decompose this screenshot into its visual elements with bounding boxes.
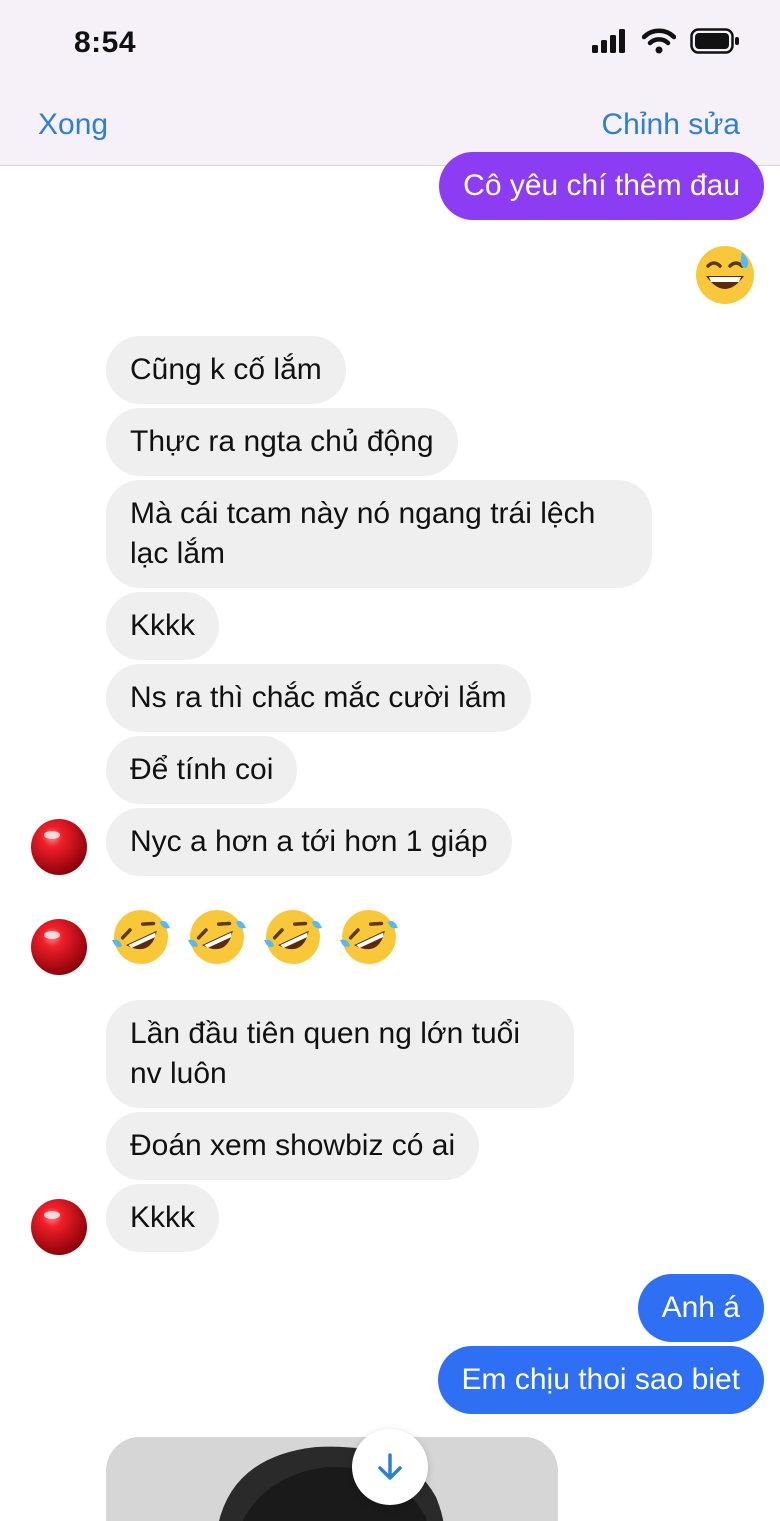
message-bubble-incoming[interactable]: Kkkk [106, 592, 220, 660]
message-text: Cũng k cố lắm [130, 353, 322, 386]
message-text: Kkkk [130, 609, 196, 642]
message-bubble-incoming[interactable]: Nyc a hơn a tới hơn 1 giáp [106, 808, 512, 876]
message-bubble-incoming[interactable]: Thực ra ngta chủ động [106, 408, 458, 476]
contact-avatar[interactable] [30, 918, 88, 976]
message-bubble-incoming[interactable]: Mà cái tcam này nó ngang trái lệch lạc l… [106, 480, 652, 588]
status-time: 8:54 [74, 26, 137, 59]
message-bubble-outgoing[interactable]: Em chịu thoi sao biet [437, 1346, 764, 1414]
message-text: Mà cái tcam này nó ngang trái lệch lạc l… [130, 497, 596, 570]
sweat-smile-emoji [696, 246, 754, 304]
battery-icon [690, 28, 739, 54]
emoji-row [110, 906, 400, 968]
message-text: Anh á [661, 1291, 740, 1324]
message-bubble-incoming[interactable]: Đoán xem showbiz có ai [106, 1112, 480, 1180]
scroll-to-bottom-button[interactable] [352, 1429, 428, 1505]
rofl-emoji [340, 910, 398, 964]
edit-button[interactable]: Chỉnh sửa [602, 108, 741, 142]
message-text: Để tính coi [130, 753, 274, 786]
message-text: Nyc a hơn a tới hơn 1 giáp [130, 825, 488, 858]
rofl-emoji [112, 910, 170, 964]
signal-icon [592, 29, 625, 53]
rofl-emoji [264, 910, 322, 964]
wifi-icon [642, 28, 676, 54]
message-text: Cô yêu chí thêm đau [463, 169, 740, 202]
message-bubble-incoming[interactable]: Kkkk [106, 1184, 220, 1252]
message-bubble-incoming[interactable]: Cũng k cố lắm [106, 336, 346, 404]
message-text: Lần đầu tiên quen ng lớn tuổi nv luôn [130, 1017, 520, 1090]
message-text: Ns ra thì chắc mắc cười lắm [130, 681, 507, 714]
contact-avatar[interactable] [30, 1198, 88, 1256]
photo-content [106, 1437, 558, 1521]
message-bubble-incoming[interactable]: Lần đầu tiên quen ng lớn tuổi nv luôn [106, 1000, 574, 1108]
status-bar: 8:54 [0, 0, 780, 90]
message-text: Đoán xem showbiz có ai [130, 1129, 456, 1162]
image-attachment[interactable] [106, 1437, 558, 1521]
message-bubble-outgoing[interactable]: Cô yêu chí thêm đau [439, 152, 764, 220]
rofl-emoji [188, 910, 246, 964]
message-bubble-incoming[interactable]: Ns ra thì chắc mắc cười lắm [106, 664, 531, 732]
message-text: Thực ra ngta chủ động [130, 425, 434, 458]
contact-avatar[interactable] [30, 818, 88, 876]
done-button[interactable]: Xong [38, 108, 108, 142]
message-text: Kkkk [130, 1201, 196, 1234]
message-bubble-outgoing[interactable]: Anh á [637, 1274, 764, 1342]
system-icons [592, 28, 740, 54]
message-bubble-incoming[interactable]: Để tính coi [106, 736, 298, 804]
arrow-down-icon [378, 1453, 402, 1480]
message-text: Em chịu thoi sao biet [461, 1363, 740, 1396]
